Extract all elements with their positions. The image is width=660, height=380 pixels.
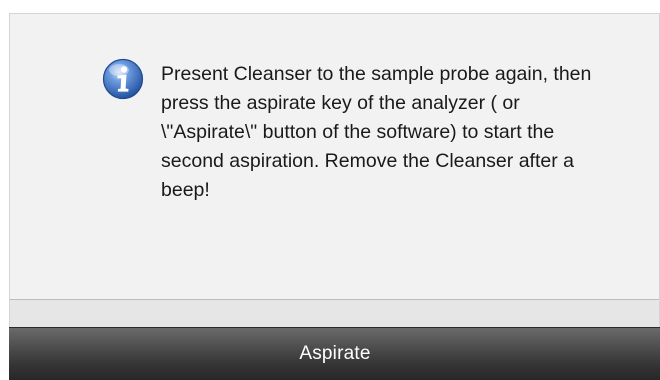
message-dialog: Present Cleanser to the sample probe aga…	[9, 13, 660, 380]
aspirate-button-label: Aspirate	[299, 343, 371, 364]
info-icon	[102, 58, 144, 100]
aspirate-button[interactable]: Aspirate	[9, 327, 660, 380]
message-area: Present Cleanser to the sample probe aga…	[10, 14, 659, 299]
separator-strip	[10, 299, 659, 327]
message-text: Present Cleanser to the sample probe aga…	[161, 63, 592, 201]
